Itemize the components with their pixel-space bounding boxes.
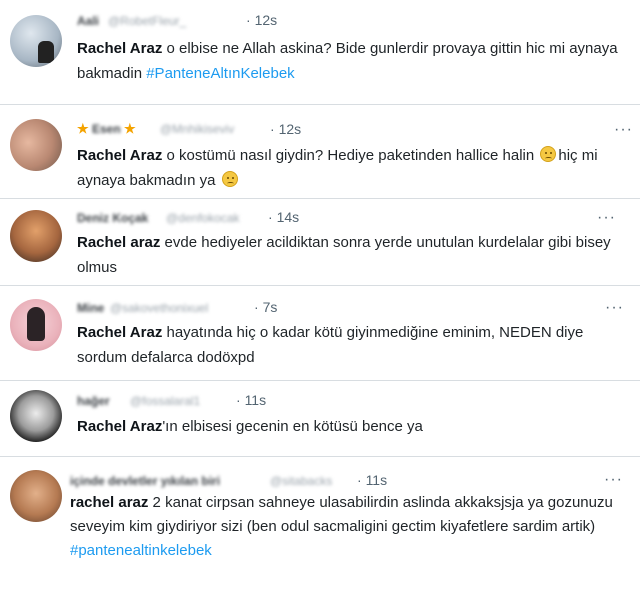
avatar[interactable]: [10, 210, 62, 262]
timestamp-value: 14s: [276, 209, 300, 225]
user-handle[interactable]: @sakovethonixuel: [110, 301, 208, 315]
worried-face-emoji-icon: [540, 146, 557, 162]
tweet-text: rachel araz 2 kanat cirpsan sahneye ulas…: [70, 491, 618, 563]
display-name[interactable]: ★ Esen ★: [77, 121, 136, 137]
avatar[interactable]: [10, 119, 62, 171]
hashtag-link[interactable]: #pantenealtinkelebek: [70, 542, 212, 559]
tweet-text-body: 2 kanat cirpsan sahneye ulasabilirdin as…: [70, 494, 613, 535]
mention-name[interactable]: rachel araz: [70, 494, 148, 511]
hashtag-link[interactable]: #PanteneAltınKelebek: [146, 65, 294, 82]
more-dots-icon[interactable]: ···: [597, 210, 616, 226]
tweet-text-body: 'ın elbisesi gecenin en kötüsü bence ya: [162, 418, 423, 435]
star-icon: ★: [124, 121, 136, 136]
more-dots-icon[interactable]: ···: [604, 472, 623, 488]
display-name[interactable]: Aali: [77, 14, 99, 28]
user-handle[interactable]: @sitabacks: [270, 474, 332, 488]
avatar[interactable]: [10, 299, 62, 351]
timestamp[interactable]: · 14s: [268, 209, 299, 225]
tweet-3[interactable]: Deniz Koçak @denfokocak · 14s ··· Rachel…: [0, 199, 640, 285]
timestamp[interactable]: · 12s: [270, 121, 301, 137]
worried-face-emoji-icon: [221, 171, 238, 187]
tweet-text: Rachel Araz o elbise ne Allah askina? Bi…: [77, 36, 632, 86]
timestamp[interactable]: · 7s: [254, 299, 277, 315]
more-dots-icon[interactable]: ···: [605, 300, 624, 316]
user-handle[interactable]: @fossalaral1: [130, 394, 200, 408]
tweet-text: Rachel Araz'ın elbisesi gecenin en kötüs…: [77, 414, 632, 439]
mention-name[interactable]: Rachel Araz: [77, 40, 162, 57]
timestamp[interactable]: · 11s: [236, 392, 266, 408]
tweet-6[interactable]: içinde devletler yıkılan biri @sitabacks…: [0, 457, 640, 591]
timestamp-value: 11s: [244, 392, 267, 408]
tweet-1[interactable]: Aali @RobetFleur_ · 12s Rachel Araz o el…: [0, 0, 640, 104]
avatar[interactable]: [10, 470, 62, 522]
timestamp-value: 12s: [254, 12, 278, 28]
mention-name[interactable]: Rachel Araz: [77, 324, 162, 341]
star-icon: ★: [77, 121, 89, 136]
more-dots-icon[interactable]: ···: [614, 122, 633, 138]
timestamp-value: 7s: [262, 299, 278, 315]
tweet-2[interactable]: ★ Esen ★ @Mnhikiseviv · 12s ··· Rachel A…: [0, 105, 640, 198]
timestamp-value: 11s: [365, 472, 388, 488]
tweet-text: Rachel araz evde hediyeler acildiktan so…: [77, 230, 617, 280]
tweet-4[interactable]: Mine @sakovethonixuel · 7s ··· Rachel Ar…: [0, 286, 640, 380]
display-name[interactable]: hağer: [77, 394, 110, 408]
avatar[interactable]: [10, 15, 62, 67]
display-name[interactable]: Deniz Koçak: [77, 211, 148, 225]
timestamp-value: 12s: [278, 121, 302, 137]
mention-name[interactable]: Rachel Araz: [77, 418, 162, 435]
display-name[interactable]: Mine: [77, 301, 104, 315]
tweet-text: Rachel Araz hayatında hiç o kadar kötü g…: [77, 320, 632, 370]
tweet-text-body: o kostümü nasıl giydin? Hediye paketinde…: [162, 147, 539, 164]
display-name[interactable]: içinde devletler yıkılan biri: [70, 474, 220, 488]
avatar[interactable]: [10, 390, 62, 442]
display-name-text: Esen: [92, 122, 121, 136]
user-handle[interactable]: @Mnhikiseviv: [160, 122, 234, 136]
user-handle[interactable]: @RobetFleur_: [108, 14, 186, 28]
timestamp[interactable]: · 12s: [246, 12, 277, 28]
mention-name[interactable]: Rachel araz: [77, 234, 160, 251]
tweet-text: Rachel Araz o kostümü nasıl giydin? Hedi…: [77, 143, 637, 193]
tweet-5[interactable]: hağer @fossalaral1 · 11s Rachel Araz'ın …: [0, 381, 640, 456]
timestamp[interactable]: · 11s: [357, 472, 387, 488]
mention-name[interactable]: Rachel Araz: [77, 147, 162, 164]
user-handle[interactable]: @denfokocak: [166, 211, 240, 225]
